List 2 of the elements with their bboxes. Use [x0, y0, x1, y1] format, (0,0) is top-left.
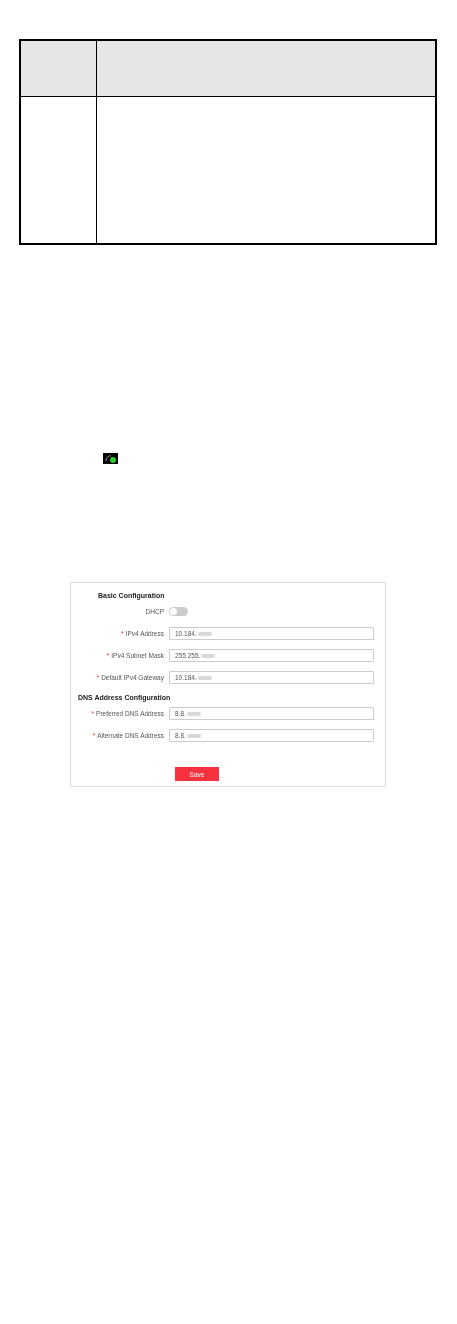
cloud-status-icon	[103, 453, 118, 464]
dhcp-toggle[interactable]	[169, 607, 188, 616]
